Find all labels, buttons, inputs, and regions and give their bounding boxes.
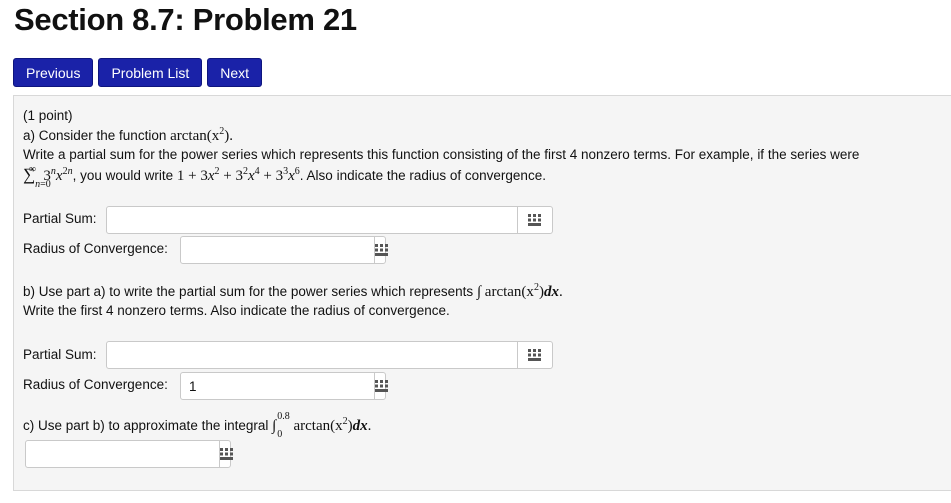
problem-navigation: Previous Problem List Next (13, 58, 263, 87)
part-a-radius-label: Radius of Convergence: (23, 241, 168, 256)
part-b-radius-label: Radius of Convergence: (23, 377, 168, 392)
definite-integral-expression: ∫00.8 arctan(x2)dx. (272, 411, 372, 440)
part-a-partial-sum-input[interactable] (107, 207, 517, 233)
integral-expression: ∫ arctan(x2)dx. (476, 282, 563, 300)
part-b-partial-sum-input[interactable] (107, 342, 517, 368)
previous-button[interactable]: Previous (13, 58, 94, 87)
part-a-intro: a) Consider the function arctan(x2). (23, 126, 233, 144)
keypad-icon[interactable] (374, 373, 389, 399)
keypad-icon[interactable] (517, 207, 552, 233)
part-c-answer-input[interactable] (26, 441, 219, 467)
function-expression: arctan(x2). (170, 126, 233, 144)
part-b-instructions: Write the first 4 nonzero terms. Also in… (23, 303, 450, 318)
part-a-partial-sum-field (106, 206, 553, 234)
problem-list-button[interactable]: Problem List (98, 58, 203, 87)
problem-panel: (1 point) a) Consider the function arcta… (13, 95, 951, 491)
part-b-radius-input[interactable] (181, 373, 374, 399)
part-a-radius-field (180, 236, 389, 264)
keypad-icon[interactable] (374, 237, 389, 263)
example-line: ∑n=0∞ 3nx2n, you would write 1 + 3x2 + 3… (23, 164, 546, 190)
part-b-partial-sum-label: Partial Sum: (23, 347, 97, 362)
page-title: Section 8.7: Problem 21 (14, 2, 357, 37)
part-a-partial-sum-label: Partial Sum: (23, 211, 97, 226)
example-partial-sum: 1 + 3x2 + 32x4 + 33x6 (176, 166, 300, 184)
part-b-radius-field (180, 372, 389, 400)
part-c-answer-field (25, 440, 234, 468)
part-a-instructions: Write a partial sum for the power series… (23, 147, 860, 162)
point-value: (1 point) (23, 108, 73, 123)
next-button[interactable]: Next (207, 58, 263, 87)
part-a-radius-input[interactable] (181, 237, 374, 263)
part-b-partial-sum-field (106, 341, 553, 369)
part-c-intro: c) Use part b) to approximate the integr… (23, 411, 372, 440)
keypad-icon[interactable] (517, 342, 552, 368)
part-b-intro: b) Use part a) to write the partial sum … (23, 282, 563, 300)
keypad-icon[interactable] (219, 441, 234, 467)
